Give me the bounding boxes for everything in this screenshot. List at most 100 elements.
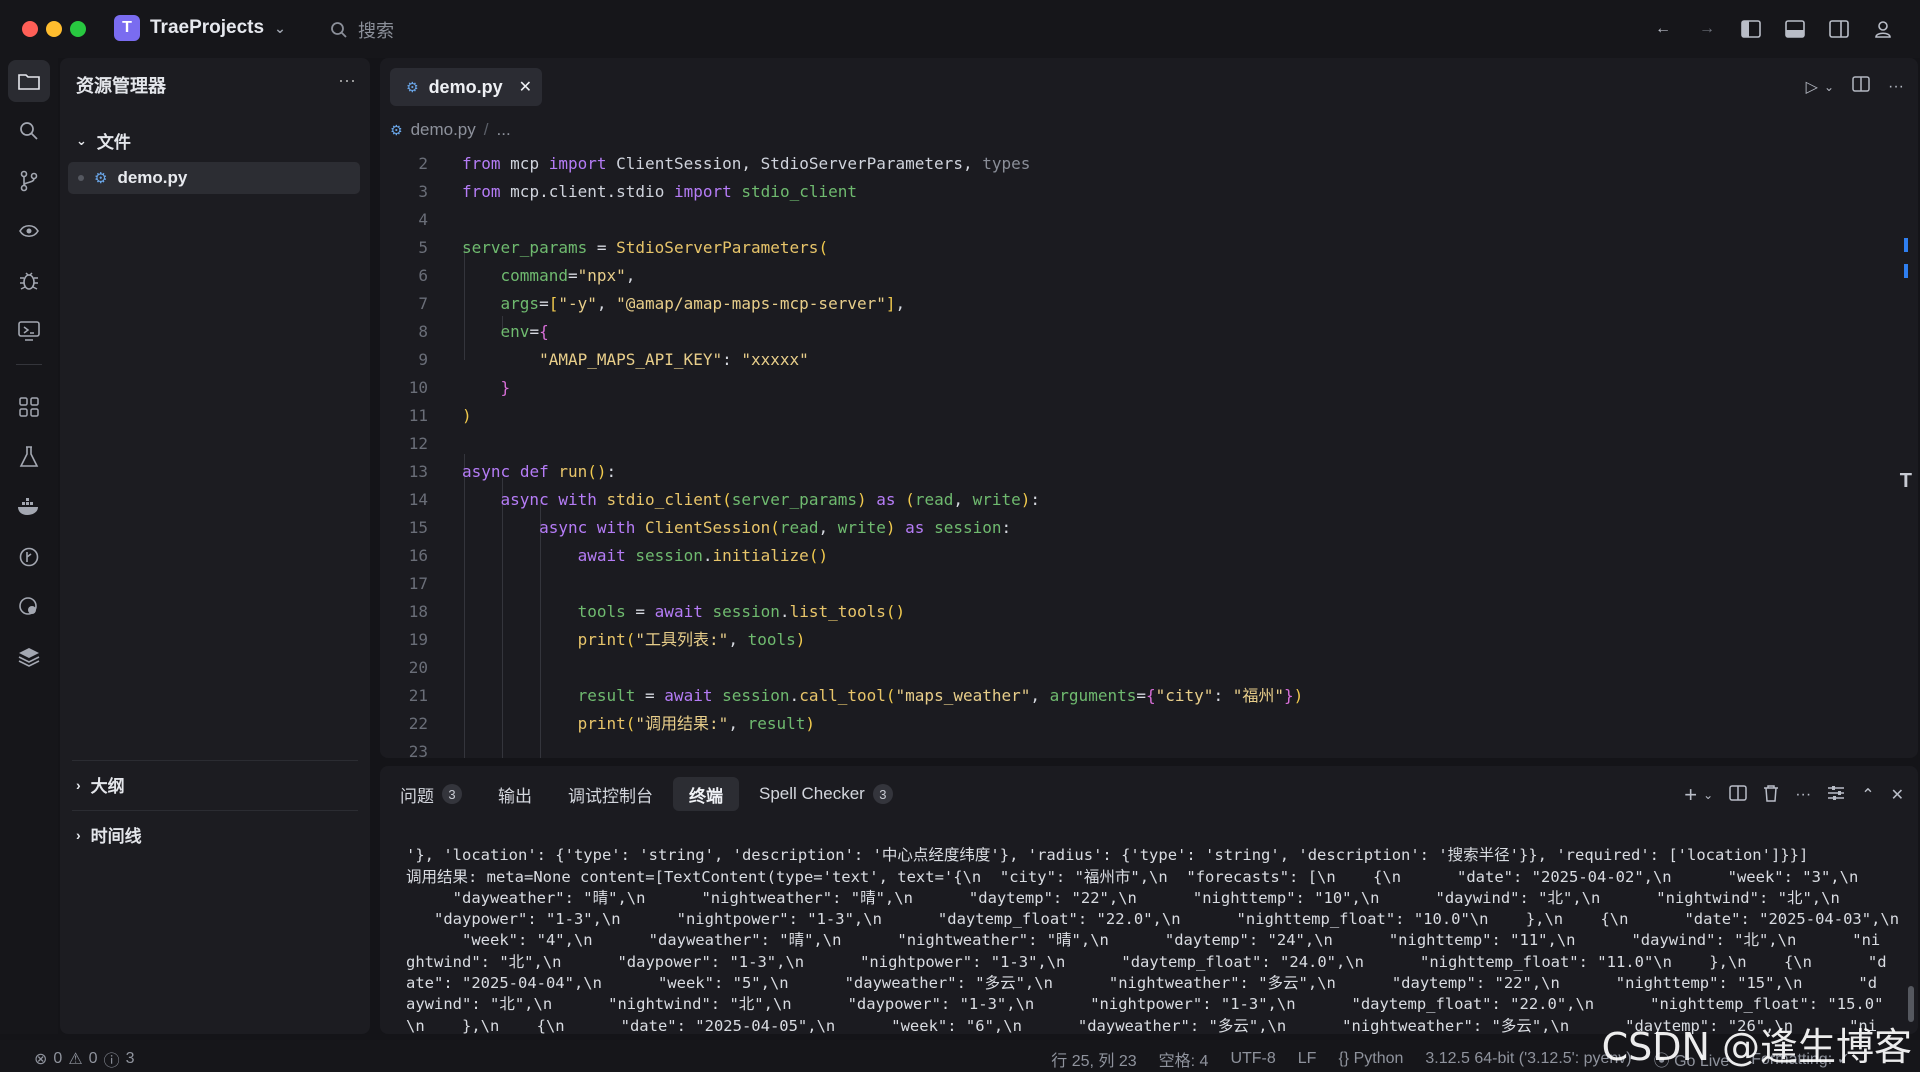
tab-label: 终端 (689, 786, 723, 806)
line-number: 23 (408, 742, 428, 758)
encoding[interactable]: UTF-8 (1230, 1050, 1275, 1068)
settings-sliders-icon[interactable] (1827, 785, 1845, 806)
code-line: from mcp.client.stdio import stdio_clien… (462, 182, 857, 201)
python-file-icon: ⚙ (94, 170, 108, 187)
toggle-sidebar-icon[interactable] (1736, 14, 1766, 44)
file-item-demo-py[interactable]: ⚙ demo.py (68, 162, 360, 194)
extensions-icon[interactable] (8, 386, 50, 428)
tab-terminal[interactable]: 终端 (673, 777, 739, 811)
code-line: from mcp import ClientSession, StdioServ… (462, 154, 1031, 173)
close-panel-icon[interactable]: ✕ (1891, 785, 1904, 805)
activity-bar (0, 58, 58, 1034)
project-switcher[interactable]: T TraeProjects ⌄ (114, 15, 286, 41)
debug-icon[interactable] (8, 260, 50, 302)
search-box[interactable]: 搜索 (330, 17, 394, 43)
terminal-line: "week": "4",\n "dayweather": "晴",\n "nig… (406, 931, 1881, 950)
files-section-label: 文件 (96, 133, 131, 152)
python-file-icon: ⚙ (390, 121, 403, 138)
code-line: ) (462, 406, 472, 425)
scroll-marker (1904, 264, 1908, 278)
tab-demo-py[interactable]: ⚙ demo.py ✕ (390, 68, 542, 106)
minimize-window-button[interactable] (46, 21, 62, 37)
toggle-secondary-sidebar-icon[interactable] (1824, 14, 1854, 44)
sidebar-divider (72, 760, 358, 761)
timeline-section-header[interactable]: › 时间线 (76, 822, 142, 847)
remote-explorer-icon[interactable] (8, 310, 50, 352)
code-line: tools = await session.list_tools() (577, 602, 906, 621)
outline-section-header[interactable]: › 大纲 (76, 772, 125, 797)
more-icon[interactable]: ··· (1795, 786, 1811, 804)
testing-flask-icon[interactable] (8, 436, 50, 478)
line-number: 4 (418, 210, 428, 229)
terminal-output[interactable]: '}, 'location': {'type': 'string', 'desc… (406, 824, 1906, 1034)
close-window-button[interactable] (22, 21, 38, 37)
info-count: 3 (125, 1050, 135, 1067)
line-number: 10 (408, 378, 428, 397)
code-view[interactable]: 2 from mcp import ClientSession, StdioSer… (380, 150, 1880, 758)
text-format-icon[interactable]: T (1900, 470, 1912, 493)
code-line: "AMAP_MAPS_API_KEY": "xxxxx" (539, 350, 809, 369)
code-line: async with stdio_client(server_params) a… (500, 490, 1041, 509)
line-number: 12 (408, 434, 428, 453)
close-icon[interactable]: ✕ (519, 77, 532, 97)
zoom-window-button[interactable] (70, 21, 86, 37)
tab-label: 问题 (400, 786, 434, 806)
back-icon[interactable]: ← (1648, 14, 1678, 44)
tab-problems[interactable]: 问题 3 (384, 777, 478, 811)
search-placeholder: 搜索 (358, 21, 394, 41)
add-terminal-icon[interactable]: + (1684, 782, 1697, 808)
code-line: args=["-y", "@amap/amap-maps-mcp-server"… (500, 294, 906, 313)
error-icon: ⊗ (34, 1051, 48, 1068)
breadcrumb-more[interactable]: ... (497, 120, 511, 140)
files-section-header[interactable]: ⌄ 文件 (76, 128, 131, 153)
terminal-line: ate": "2025-04-04",\n "week": "5",\n "da… (406, 974, 1878, 993)
watermark: CSDN @逢生博客 (1601, 1025, 1912, 1069)
cursor-position[interactable]: 行 25, 列 23 (1051, 1047, 1136, 1071)
git-graph-icon[interactable] (8, 536, 50, 578)
editor-area: ⚙ demo.py ✕ ▷ ⌄ ··· ⚙ demo.py / ... 2 fro… (380, 58, 1918, 758)
breadcrumb-file[interactable]: demo.py (411, 120, 476, 140)
indentation[interactable]: 空格: 4 (1159, 1047, 1209, 1071)
tab-spell-checker[interactable]: Spell Checker 3 (743, 777, 909, 811)
split-editor-icon[interactable] (1852, 76, 1870, 97)
problems-summary[interactable]: ⊗ 0 ⚠ 0 ⓘ 3 (34, 1047, 134, 1071)
source-control-icon[interactable] (8, 160, 50, 202)
warning-count: 0 (88, 1050, 98, 1067)
code-line: async with ClientSession(read, write) as… (539, 518, 1012, 537)
chevron-right-icon: › (76, 776, 81, 793)
more-icon[interactable]: ··· (1888, 78, 1904, 96)
run-watch-icon[interactable] (8, 210, 50, 252)
trash-icon[interactable] (1763, 784, 1779, 807)
forward-icon[interactable]: → (1692, 14, 1722, 44)
info-icon: ⓘ (103, 1053, 120, 1070)
line-number: 8 (418, 322, 428, 341)
search-icon (331, 22, 347, 38)
project-name: TraeProjects (150, 17, 265, 38)
explorer-icon[interactable] (8, 60, 50, 102)
bottom-panel: 问题 3 输出 调试控制台 终端 Spell Checker 3 + ⌄ ···… (380, 766, 1918, 1034)
tab-label: Spell Checker (759, 784, 865, 803)
gitlens-icon[interactable] (8, 586, 50, 628)
search-activity-icon[interactable] (8, 110, 50, 152)
account-icon[interactable] (1868, 14, 1898, 44)
language-mode[interactable]: {} Python (1338, 1050, 1403, 1068)
tab-output[interactable]: 输出 (482, 777, 548, 811)
chevron-down-icon[interactable]: ⌄ (1824, 80, 1834, 94)
title-bar: T TraeProjects ⌄ 搜索 ← → (0, 0, 1920, 58)
docker-icon[interactable] (8, 486, 50, 528)
line-number: 13 (408, 462, 428, 481)
chevron-down-icon[interactable]: ⌄ (1703, 788, 1713, 802)
terminal-line: "dayweather": "晴",\n "nightweather": "晴"… (406, 888, 1840, 907)
end-of-line[interactable]: LF (1298, 1050, 1317, 1068)
maximize-panel-icon[interactable]: ⌃ (1861, 785, 1874, 805)
line-number: 7 (418, 294, 428, 313)
layers-icon[interactable] (8, 636, 50, 678)
line-number: 2 (418, 154, 428, 173)
run-icon[interactable]: ▷ (1806, 77, 1818, 97)
tab-debug-console[interactable]: 调试控制台 (552, 777, 669, 811)
terminal-line: ghtwind": "北",\n "daypower": "1-3",\n "n… (406, 952, 1887, 971)
chevron-down-icon: ⌄ (76, 132, 87, 148)
more-icon[interactable]: ··· (338, 70, 356, 91)
toggle-panel-icon[interactable] (1780, 14, 1810, 44)
split-terminal-icon[interactable] (1729, 784, 1747, 806)
